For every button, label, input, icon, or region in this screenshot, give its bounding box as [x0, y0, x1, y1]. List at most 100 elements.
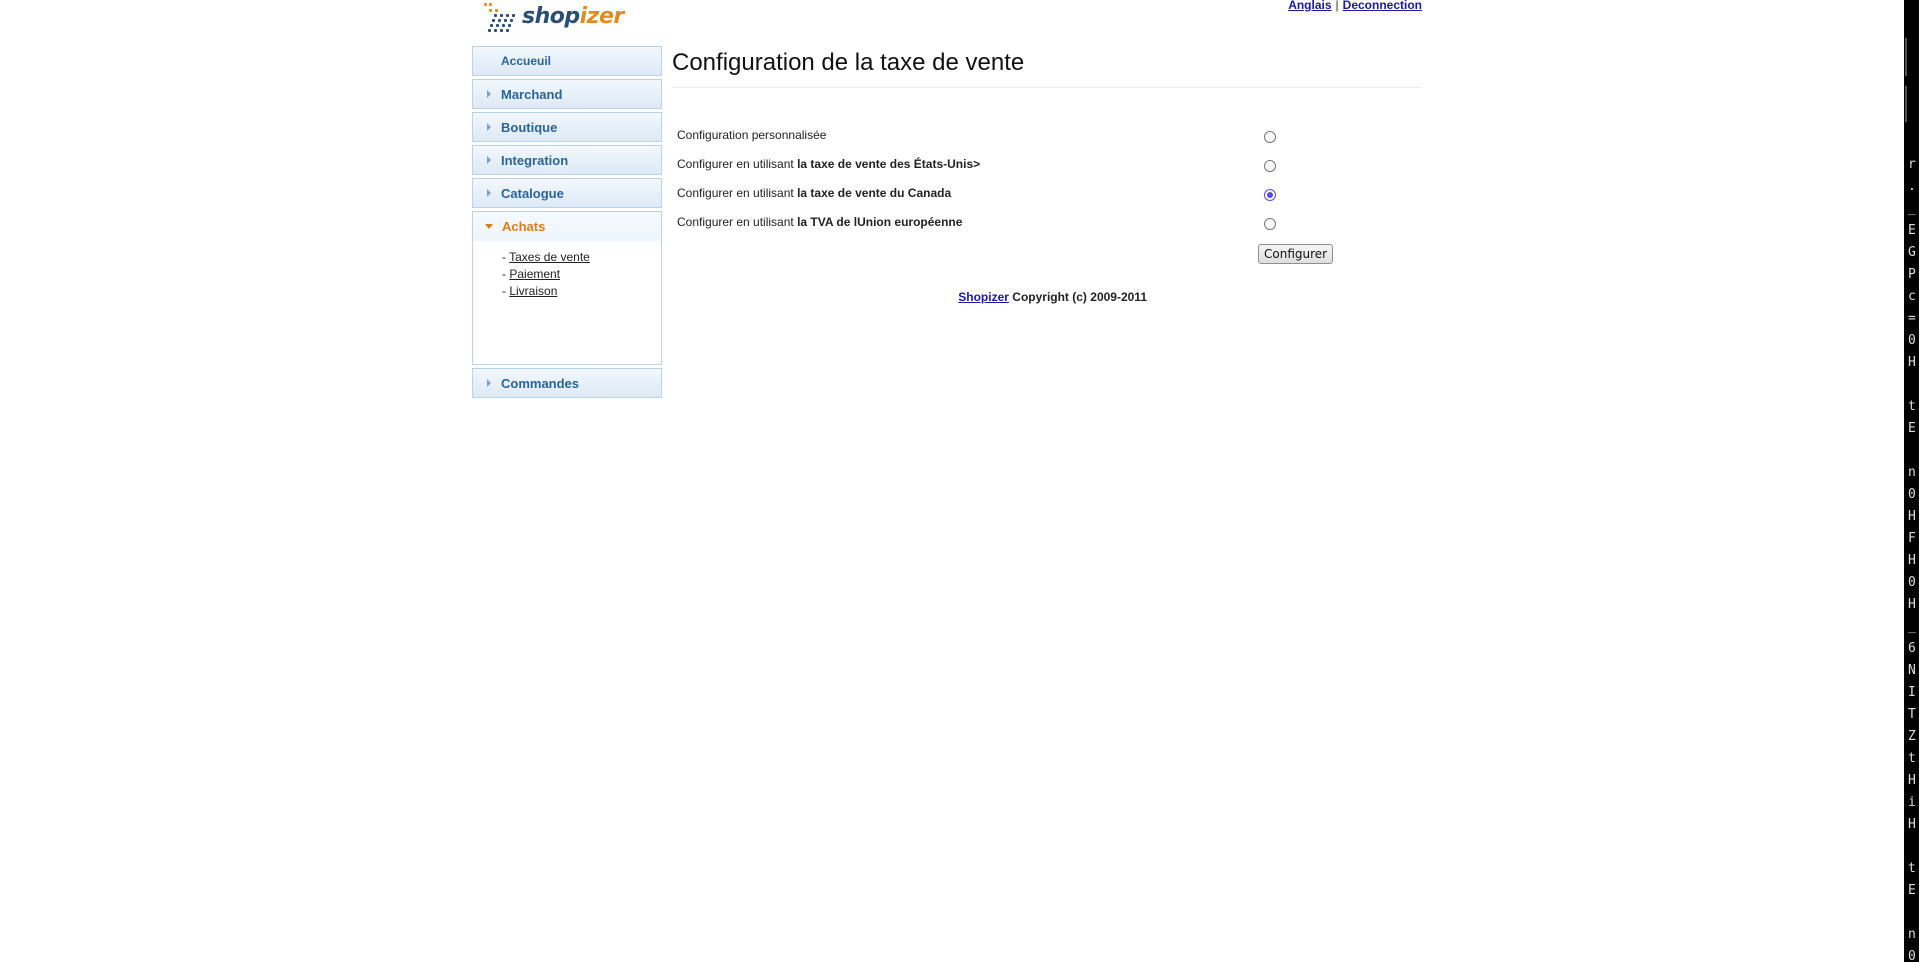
terminal-char: H: [1908, 597, 1916, 612]
sidebar: Accueuil Marchand Boutique Integration C…: [472, 46, 662, 401]
logo-dot: [500, 14, 503, 17]
option-label: Configurer en utilisant la TVA de lUnion…: [677, 215, 962, 229]
sidebar-item-label: Boutique: [501, 119, 558, 135]
logo-dot: [495, 9, 498, 12]
configure-button[interactable]: Configurer: [1258, 244, 1334, 264]
chevron-right-icon: [487, 379, 491, 387]
submenu-item: - Livraison: [502, 284, 558, 298]
tax-options-form: Configuration personnalisée Configurer e…: [672, 128, 1422, 264]
option-label: Configurer en utilisant la taxe de vente…: [677, 186, 951, 200]
terminal-char: E: [1908, 223, 1916, 238]
terminal-text: r. _ E G Pc = 0 H tE n 0 H F H 0 H _ 6 N I T Zt Hi H tE n0: [1908, 154, 1916, 962]
achats-submenu: - Taxes de vente - Paiement - Livraison: [472, 241, 662, 365]
sidebar-item-label: Commandes: [501, 375, 580, 391]
option-label-bold: la taxe de vente du Canada: [797, 186, 952, 200]
page-title: Configuration de la taxe de vente: [672, 49, 1422, 88]
terminal-char: t: [1908, 399, 1916, 414]
option-row-canada: Configurer en utilisant la taxe de vente…: [672, 186, 1422, 215]
footer-copyright: Copyright (c) 2009-2011: [1008, 290, 1147, 304]
terminal-char: 0: [1908, 575, 1916, 590]
terminal-char: c: [1908, 289, 1916, 304]
chevron-down-icon: [485, 224, 493, 229]
sidebar-item-label: Integration: [501, 152, 569, 168]
submenu-link-taxes[interactable]: Taxes de vente: [509, 250, 590, 264]
logo-dot: [506, 29, 509, 32]
main-content: Configuration de la taxe de vente Config…: [672, 46, 1422, 304]
terminal-char: G: [1908, 245, 1916, 260]
logo-dot: [502, 24, 505, 27]
terminal-char: _: [1908, 619, 1916, 634]
logo-dot: [484, 3, 487, 6]
top-links: Anglais | Deconnection: [1288, 0, 1422, 12]
terminal-char: _: [1908, 201, 1916, 216]
terminal-char: 6: [1908, 641, 1916, 656]
terminal-char: [1908, 374, 1916, 396]
terminal-char: Z: [1908, 729, 1916, 744]
radio-canada[interactable]: [1264, 189, 1276, 201]
logo-dot: [489, 9, 492, 12]
terminal-char: .: [1908, 179, 1916, 194]
option-row-eu: Configurer en utilisant la TVA de lUnion…: [672, 215, 1422, 244]
sidebar-item-home[interactable]: Accueuil: [472, 46, 662, 76]
terminal-char: =: [1908, 311, 1916, 326]
terminal-char: P: [1908, 267, 1916, 282]
chevron-right-icon: [487, 90, 491, 98]
chevron-right-icon: [487, 156, 491, 164]
sidebar-item-label: Achats: [502, 219, 546, 234]
submenu-link-livraison[interactable]: Livraison: [509, 284, 557, 298]
terminal-char: H: [1908, 773, 1916, 788]
option-label-prefix: Configuration personnalisée: [677, 128, 827, 142]
terminal-char: I: [1908, 685, 1916, 700]
submenu-item: - Taxes de vente: [502, 250, 590, 264]
language-link[interactable]: Anglais: [1288, 0, 1331, 12]
sidebar-item-boutique[interactable]: Boutique: [472, 112, 662, 142]
terminal-char: t: [1908, 751, 1916, 766]
terminal-char: 0: [1908, 333, 1916, 348]
terminal-char: [1908, 836, 1916, 858]
terminal-char: H: [1908, 509, 1916, 524]
option-label-prefix: Configurer en utilisant: [677, 186, 798, 200]
sidebar-item-commandes[interactable]: Commandes: [472, 368, 662, 398]
footer: Shopizer Copyright (c) 2009-2011: [672, 290, 1147, 304]
terminal-char: H: [1908, 355, 1916, 370]
submenu-link-paiement[interactable]: Paiement: [509, 267, 560, 281]
logo-dot: [492, 19, 495, 22]
radio-eu[interactable]: [1264, 218, 1276, 230]
terminal-scrollbar[interactable]: [1905, 38, 1907, 76]
terminal-char: i: [1908, 795, 1916, 810]
page: shopizer Anglais | Deconnection Accueuil M…: [0, 0, 1919, 962]
logout-link[interactable]: Deconnection: [1343, 0, 1422, 12]
radio-custom[interactable]: [1264, 131, 1276, 143]
terminal-char: r: [1908, 157, 1916, 172]
shopizer-logo[interactable]: shopizer: [482, 0, 624, 34]
option-row-usa: Configurer en utilisant la taxe de vente…: [672, 157, 1422, 186]
sidebar-item-catalogue[interactable]: Catalogue: [472, 178, 662, 208]
logo-dot: [512, 14, 515, 17]
option-label: Configuration personnalisée: [677, 128, 826, 142]
logo-dot: [494, 14, 497, 17]
logo-dot: [498, 19, 501, 22]
terminal-char: 0: [1908, 487, 1916, 502]
terminal-char: n: [1908, 465, 1916, 480]
terminal-char: n: [1908, 927, 1916, 942]
terminal-char: t: [1908, 861, 1916, 876]
logo-dots-icon: [482, 1, 520, 33]
terminal-char: H: [1908, 817, 1916, 832]
logo-text: shopizer: [522, 4, 624, 29]
sidebar-item-label: Catalogue: [501, 185, 564, 201]
logo-dot: [510, 19, 513, 22]
radio-usa[interactable]: [1264, 160, 1276, 172]
logo-dot: [508, 24, 511, 27]
sidebar-item-integration[interactable]: Integration: [472, 145, 662, 175]
submenu-item: - Paiement: [502, 267, 561, 281]
logo-dot: [496, 24, 499, 27]
terminal-char: E: [1908, 883, 1916, 898]
logo-dot: [489, 3, 492, 6]
sidebar-item-achats[interactable]: Achats: [472, 211, 662, 241]
terminal-scrollbar-segment: [1905, 86, 1907, 122]
sidebar-item-marchand[interactable]: Marchand: [472, 79, 662, 109]
terminal-char: E: [1908, 421, 1916, 436]
footer-shopizer-link[interactable]: Shopizer: [958, 290, 1009, 304]
logo-dot: [504, 19, 507, 22]
terminal-char: H: [1908, 553, 1916, 568]
